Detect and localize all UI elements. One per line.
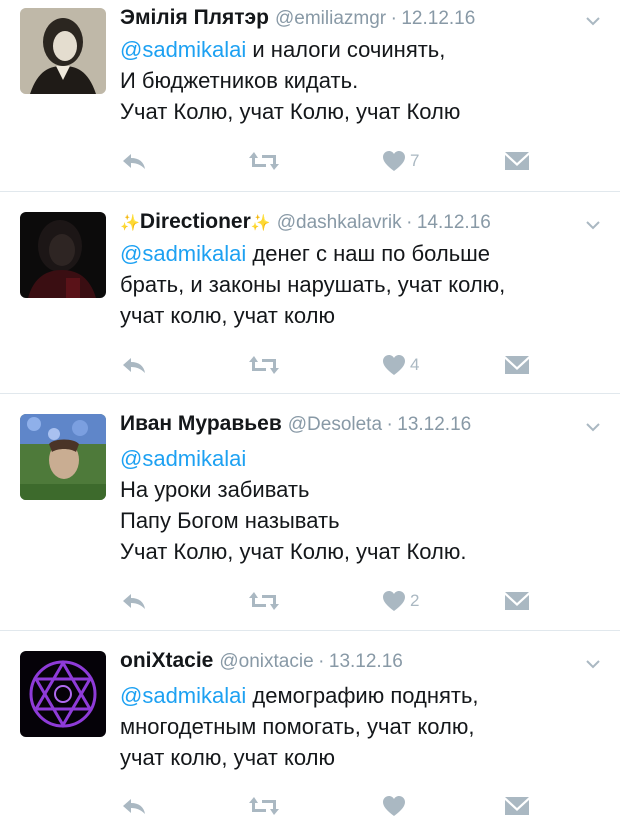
tweet-date[interactable]: 13.12.16 bbox=[329, 651, 403, 672]
tweet-line: брать, и законы нарушать, учат колю, bbox=[120, 272, 506, 297]
like-icon bbox=[383, 796, 405, 816]
tweet-line: Папу Богом называть bbox=[120, 508, 340, 533]
direct-message-button[interactable] bbox=[504, 352, 530, 378]
like-count: 7 bbox=[410, 151, 420, 170]
chevron-down-icon[interactable] bbox=[584, 12, 602, 30]
display-name[interactable]: oniXtacie bbox=[120, 649, 213, 672]
tweet-date[interactable]: 14.12.16 bbox=[417, 212, 491, 233]
retweet-button[interactable] bbox=[248, 148, 280, 174]
mention-link[interactable]: @sadmikalai bbox=[120, 241, 246, 266]
user-handle[interactable]: @onixtacie bbox=[219, 651, 313, 672]
mention-link[interactable]: @sadmikalai bbox=[120, 446, 246, 471]
like-button[interactable]: 2 bbox=[382, 588, 419, 614]
tweet-header: oniXtacie @onixtacie · 13.12.16 bbox=[120, 649, 570, 677]
reply-button[interactable] bbox=[120, 588, 148, 614]
like-count: 2 bbox=[410, 591, 420, 610]
retweet-button[interactable] bbox=[248, 352, 280, 378]
reply-button[interactable] bbox=[120, 352, 148, 378]
avatar[interactable] bbox=[20, 414, 106, 500]
user-handle[interactable]: @emiliazmgr bbox=[275, 8, 386, 29]
tweet-2[interactable]: ✨Directioner✨ @dashkalavrik · 14.12.16 @s… bbox=[0, 192, 620, 393]
separator-dot: · bbox=[386, 414, 393, 435]
mention-link[interactable]: @sadmikalai bbox=[120, 37, 246, 62]
tweet-line: денег с наш по больше bbox=[252, 241, 491, 266]
tweet-line: многодетным помогать, учат колю, bbox=[120, 714, 475, 739]
display-name[interactable]: Directioner bbox=[140, 210, 251, 233]
tweet-text: @sadmikalai и налоги сочинять, И бюджетн… bbox=[120, 34, 604, 127]
display-name[interactable]: Иван Муравьев bbox=[120, 412, 282, 435]
avatar[interactable] bbox=[20, 8, 106, 94]
tweet-line: учат колю, учат колю bbox=[120, 303, 335, 328]
tweet-header: Эмілія Плятэр @emiliazmgr · 12.12.16 bbox=[120, 6, 570, 34]
sparkle-emoji: ✨ bbox=[250, 215, 271, 232]
tweet-header: ✨Directioner✨ @dashkalavrik · 14.12.16 bbox=[120, 210, 570, 238]
separator-dot: · bbox=[406, 212, 413, 233]
tweet-header: Иван Муравьев @Desoleta · 13.12.16 bbox=[120, 412, 570, 440]
direct-message-icon bbox=[505, 592, 529, 610]
direct-message-icon bbox=[505, 152, 529, 170]
user-handle[interactable]: @Desoleta bbox=[288, 414, 382, 435]
tweet-date[interactable]: 12.12.16 bbox=[401, 8, 475, 29]
tweet-line: Учат Колю, учат Колю, учат Колю bbox=[120, 99, 461, 124]
tweet-line: демографию поднять, bbox=[252, 683, 479, 708]
chevron-down-icon[interactable] bbox=[584, 216, 602, 234]
like-icon bbox=[383, 591, 405, 611]
direct-message-button[interactable] bbox=[504, 588, 530, 614]
tweet-actions: 7 bbox=[120, 148, 540, 174]
tweet-line: На уроки забивать bbox=[120, 477, 310, 502]
like-button[interactable]: 7 bbox=[382, 148, 419, 174]
tweet-line: И бюджетников кидать. bbox=[120, 68, 359, 93]
tweet-date[interactable]: 13.12.16 bbox=[397, 414, 471, 435]
avatar[interactable] bbox=[20, 651, 106, 737]
tweet-actions: 4 bbox=[120, 352, 540, 378]
mention-link[interactable]: @sadmikalai bbox=[120, 683, 246, 708]
tweet-4[interactable]: oniXtacie @onixtacie · 13.12.16 @sadmikal… bbox=[0, 631, 620, 832]
separator-dot: · bbox=[318, 651, 325, 672]
like-icon bbox=[383, 355, 405, 375]
tweet-1[interactable]: Эмілія Плятэр @emiliazmgr · 12.12.16 @sad… bbox=[0, 0, 620, 191]
like-button[interactable]: 4 bbox=[382, 352, 419, 378]
like-icon bbox=[383, 151, 405, 171]
retweet-icon bbox=[249, 797, 279, 815]
retweet-icon bbox=[249, 592, 279, 610]
reply-icon bbox=[123, 154, 145, 169]
separator-dot: · bbox=[390, 8, 397, 29]
retweet-icon bbox=[249, 152, 279, 170]
display-name[interactable]: Эмілія Плятэр bbox=[120, 6, 269, 29]
direct-message-icon bbox=[505, 356, 529, 374]
direct-message-button[interactable] bbox=[504, 148, 530, 174]
avatar[interactable] bbox=[20, 212, 106, 298]
like-count: 4 bbox=[410, 355, 420, 374]
tweet-text: @sadmikalai демографию поднять, многодет… bbox=[120, 680, 604, 773]
reply-button[interactable] bbox=[120, 148, 148, 174]
tweet-line: и налоги сочинять, bbox=[252, 37, 446, 62]
tweet-line: Учат Колю, учат Колю, учат Колю. bbox=[120, 539, 467, 564]
reply-icon bbox=[123, 799, 145, 814]
tweet-3[interactable]: Иван Муравьев @Desoleta · 13.12.16 @sadmi… bbox=[0, 394, 620, 630]
retweet-button[interactable] bbox=[248, 588, 280, 614]
user-handle[interactable]: @dashkalavrik bbox=[277, 212, 402, 233]
chevron-down-icon[interactable] bbox=[584, 418, 602, 436]
direct-message-button[interactable] bbox=[504, 793, 530, 819]
tweet-text: @sadmikalai На уроки забивать Папу Богом… bbox=[120, 443, 604, 567]
like-button[interactable] bbox=[382, 793, 410, 819]
tweet-actions bbox=[120, 793, 540, 819]
chevron-down-icon[interactable] bbox=[584, 655, 602, 673]
sparkle-emoji: ✨ bbox=[120, 215, 140, 232]
tweet-actions: 2 bbox=[120, 588, 540, 614]
retweet-button[interactable] bbox=[248, 793, 280, 819]
reply-icon bbox=[123, 358, 145, 373]
reply-icon bbox=[123, 594, 145, 609]
tweet-text: @sadmikalai денег с наш по больше брать,… bbox=[120, 238, 604, 331]
direct-message-icon bbox=[505, 797, 529, 815]
tweet-line: учат колю, учат колю bbox=[120, 745, 335, 770]
retweet-icon bbox=[249, 356, 279, 374]
reply-button[interactable] bbox=[120, 793, 148, 819]
